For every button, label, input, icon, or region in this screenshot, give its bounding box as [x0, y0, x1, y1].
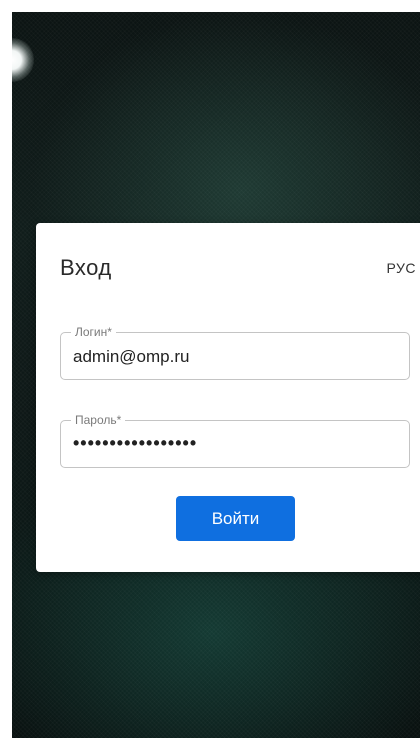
- background-screen: Вход РУС Логин* admin@omp.ru Пароль* •••…: [12, 12, 420, 738]
- login-card: Вход РУС Логин* admin@omp.ru Пароль* •••…: [36, 223, 420, 572]
- login-button[interactable]: Войти: [176, 496, 295, 541]
- login-field-label: Логин*: [71, 324, 116, 340]
- language-switch[interactable]: РУС: [386, 260, 416, 276]
- login-title: Вход: [60, 255, 112, 280]
- password-field-value[interactable]: •••••••••••••••••: [73, 433, 397, 454]
- password-field-label: Пароль*: [71, 412, 126, 428]
- light-glow: [12, 38, 34, 82]
- password-field[interactable]: Пароль* •••••••••••••••••: [60, 412, 410, 468]
- login-field[interactable]: Логин* admin@omp.ru: [60, 324, 410, 380]
- login-field-value[interactable]: admin@omp.ru: [73, 347, 397, 367]
